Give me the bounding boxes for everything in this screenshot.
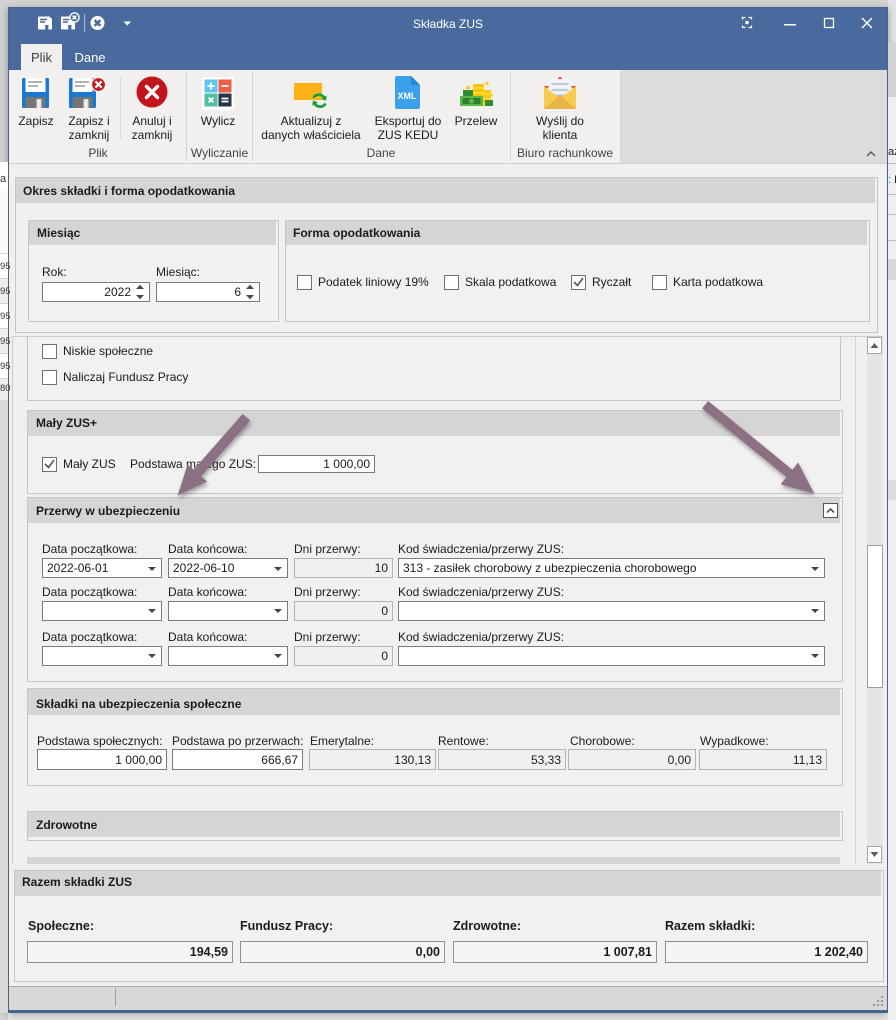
svg-text:XML: XML (398, 91, 418, 101)
